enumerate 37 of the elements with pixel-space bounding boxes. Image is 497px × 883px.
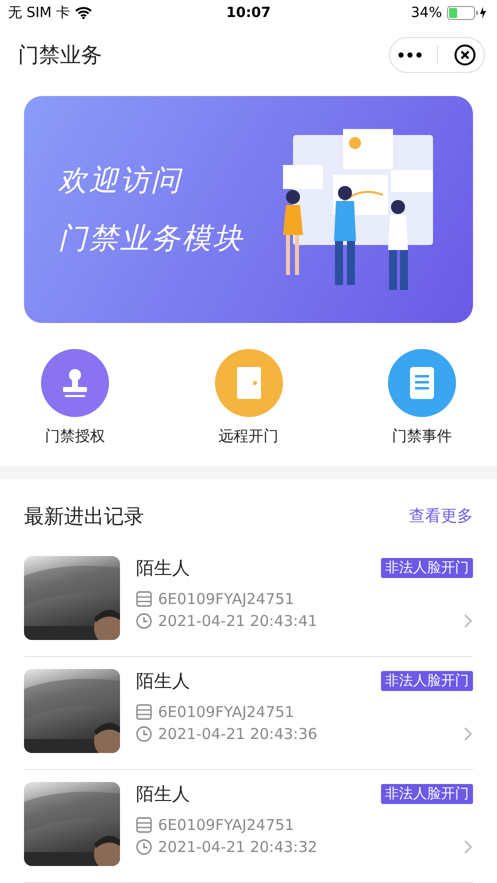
record-time: 2021-04-21 20:43:32 — [158, 838, 318, 856]
view-more-link[interactable]: 查看更多 — [409, 506, 473, 527]
shortcut-label[interactable]: 门禁事件 — [392, 427, 452, 446]
device-id: 6E0109FYAJ24751 — [158, 703, 294, 721]
device-icon — [136, 591, 152, 607]
carrier-text: 无 SIM 卡 — [8, 4, 70, 22]
chevron-right-icon[interactable] — [463, 613, 473, 629]
person-name: 陌生人 — [136, 670, 190, 693]
capsule-menu[interactable] — [389, 37, 485, 73]
document-icon — [407, 365, 437, 401]
chevron-right-icon[interactable] — [463, 839, 473, 855]
device-id: 6E0109FYAJ24751 — [158, 816, 294, 834]
person-name: 陌生人 — [136, 783, 190, 806]
device-icon — [136, 704, 152, 720]
clock-icon — [136, 613, 152, 629]
event-tag: 非法人脸开门 — [381, 558, 473, 578]
banner-text: 门禁业务模块 — [58, 220, 244, 256]
more-icon[interactable] — [398, 52, 422, 58]
shortcut-label[interactable]: 远程开门 — [218, 427, 278, 446]
battery-percent: 34% — [410, 5, 442, 21]
banner-text: 欢迎访问 — [58, 162, 184, 198]
record-time: 2021-04-21 20:43:36 — [158, 725, 318, 743]
event-tag: 非法人脸开门 — [381, 671, 473, 691]
record-time: 2021-04-21 20:43:41 — [158, 612, 318, 630]
section-title: 最新进出记录 — [24, 503, 144, 530]
shortcut-label[interactable]: 门禁授权 — [45, 427, 105, 446]
page-title: 门禁业务 — [18, 42, 102, 69]
clock-text: 10:07 — [226, 5, 271, 21]
clock-icon — [136, 726, 152, 742]
clock-icon — [136, 839, 152, 855]
chevron-right-icon[interactable] — [463, 726, 473, 742]
event-tag: 非法人脸开门 — [381, 784, 473, 804]
device-icon — [136, 817, 152, 833]
wifi-icon — [75, 7, 92, 19]
device-id: 6E0109FYAJ24751 — [158, 590, 294, 608]
close-icon[interactable] — [454, 44, 476, 66]
person-name: 陌生人 — [136, 557, 190, 580]
